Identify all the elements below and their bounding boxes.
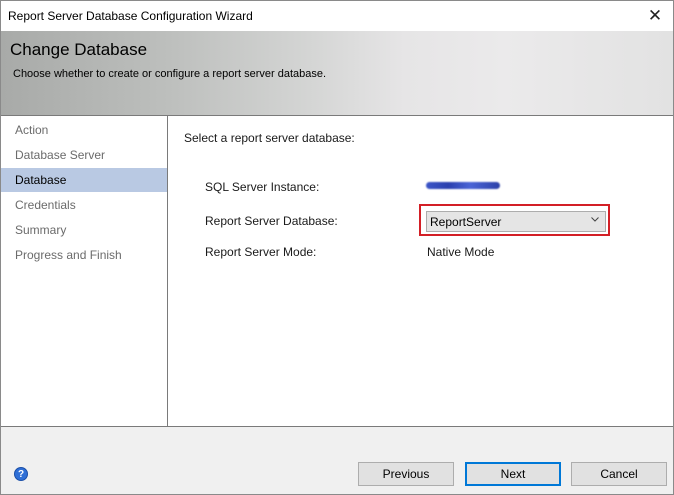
previous-button[interactable]: Previous <box>358 462 454 486</box>
report-server-mode-value: Native Mode <box>427 245 495 259</box>
nav-item-action[interactable]: Action <box>1 118 167 142</box>
sql-instance-label: SQL Server Instance: <box>205 180 320 194</box>
report-server-database-select[interactable]: ReportServer <box>426 211 606 232</box>
page-subtitle: Choose whether to create or configure a … <box>13 68 327 80</box>
content-panel: Select a report server database: SQL Ser… <box>168 116 673 426</box>
next-button[interactable]: Next <box>465 462 561 486</box>
title-bar: Report Server Database Configuration Wiz… <box>1 1 673 31</box>
nav-item-database[interactable]: Database <box>1 168 167 192</box>
nav-item-database-server[interactable]: Database Server <box>1 143 167 167</box>
wizard-footer: ? Previous Next Cancel <box>1 427 673 494</box>
sql-instance-value-redacted <box>426 182 500 189</box>
chevron-down-icon <box>591 217 599 222</box>
intro-text: Select a report server database: <box>184 131 355 145</box>
nav-item-credentials[interactable]: Credentials <box>1 193 167 217</box>
report-server-database-label: Report Server Database: <box>205 214 338 228</box>
window-title: Report Server Database Configuration Wiz… <box>8 9 253 23</box>
wizard-steps-nav: Action Database Server Database Credenti… <box>1 116 168 426</box>
close-icon[interactable]: ✕ <box>641 1 669 31</box>
report-server-mode-label: Report Server Mode: <box>205 245 317 259</box>
cancel-button[interactable]: Cancel <box>571 462 667 486</box>
database-select-value: ReportServer <box>430 215 502 229</box>
wizard-header: Change Database Choose whether to create… <box>1 31 673 115</box>
page-title: Change Database <box>10 40 148 59</box>
help-icon[interactable]: ? <box>14 467 28 481</box>
nav-item-summary[interactable]: Summary <box>1 218 167 242</box>
nav-item-progress-and-finish[interactable]: Progress and Finish <box>1 243 167 267</box>
wizard-window: Report Server Database Configuration Wiz… <box>0 0 674 495</box>
